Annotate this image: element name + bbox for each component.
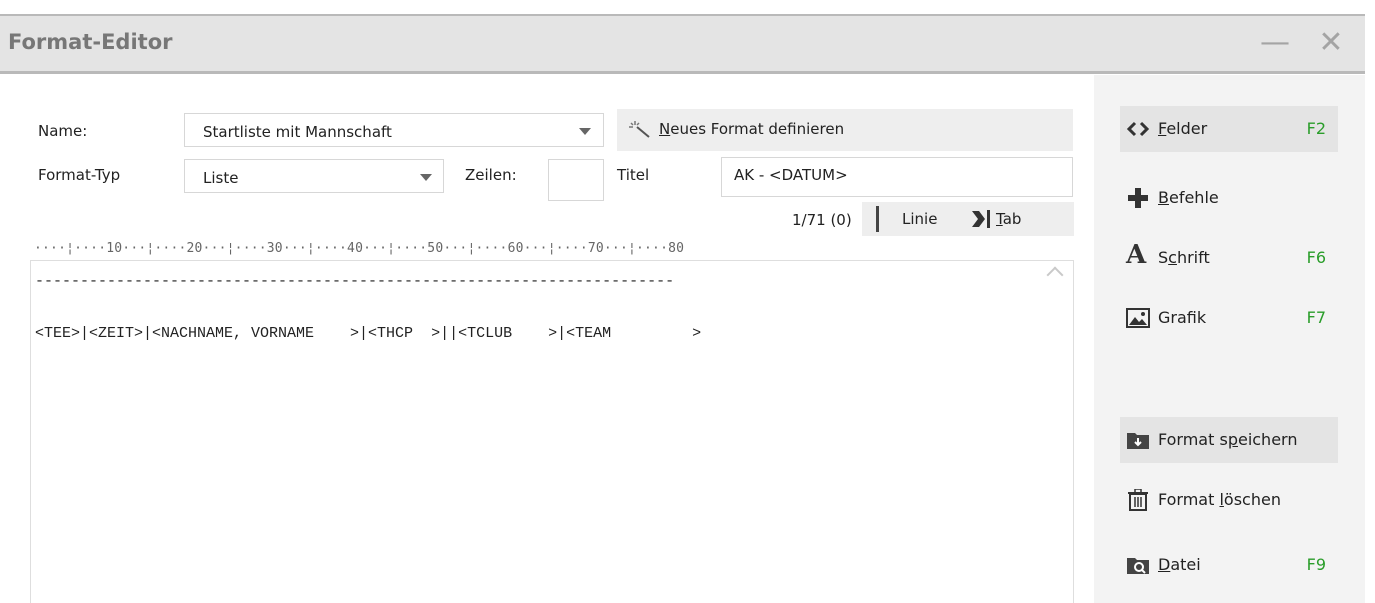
font-a-icon: A (1126, 240, 1147, 270)
file-label: atei (1170, 555, 1201, 574)
lines-label: Zeilen: (465, 166, 517, 184)
folder-search-icon (1127, 558, 1149, 574)
name-label: Name: (38, 122, 88, 140)
font-label: hrift (1176, 248, 1210, 267)
save-format-accel: p (1227, 430, 1238, 449)
font-button[interactable]: A Schrift F6 (1120, 235, 1338, 281)
line-tab-toolbar: Linie Tab (862, 202, 1074, 236)
format-type-value: Liste (203, 169, 239, 187)
line-button[interactable]: Linie (902, 210, 937, 228)
file-button[interactable]: Datei F9 (1120, 542, 1338, 588)
editor-panel: Name: Startliste mit Mannschaft Neues Fo… (0, 75, 1094, 603)
editor-line: <TEE>|<ZEIT>|<NACHNAME, VORNAME >|<THCP … (35, 325, 702, 342)
vertical-scrollbar[interactable] (1033, 261, 1073, 603)
file-shortcut: F9 (1306, 555, 1326, 574)
title-input[interactable]: AK - <DATUM> (721, 157, 1073, 197)
scroll-up-icon[interactable] (1046, 266, 1064, 284)
font-label-pre: S (1158, 248, 1169, 267)
save-format-button[interactable]: Format speichern (1120, 417, 1338, 463)
cursor-position: 1/71 (0) (792, 211, 852, 229)
new-format-button[interactable]: Neues Format definieren (617, 109, 1073, 151)
format-type-label: Format-Typ (38, 166, 121, 184)
plus-icon (1128, 188, 1148, 208)
line-icon (876, 206, 879, 232)
folder-save-icon (1127, 433, 1149, 449)
file-accel: D (1158, 555, 1171, 574)
action-sidebar: Felder F2 Befehle A Schrift F6 Grafik F7… (1094, 75, 1365, 603)
tab-accel: T (996, 210, 1003, 228)
delete-format-button[interactable]: Format löschen (1120, 477, 1338, 523)
tab-icon (972, 210, 990, 228)
name-value: Startliste mit Mannschaft (203, 123, 392, 141)
commands-button[interactable]: Befehle (1120, 175, 1338, 221)
code-brackets-icon (1126, 121, 1150, 137)
trash-icon (1128, 489, 1148, 511)
minimize-button[interactable]: — (1258, 26, 1292, 60)
commands-accel: B (1158, 188, 1169, 207)
close-button[interactable]: ✕ (1314, 26, 1348, 60)
fields-shortcut: F2 (1306, 119, 1326, 138)
font-accel: c (1168, 248, 1177, 267)
fields-button[interactable]: Felder F2 (1120, 106, 1338, 152)
graphic-button[interactable]: Grafik F7 (1120, 295, 1338, 341)
delete-format-label-post: öschen (1223, 490, 1281, 509)
title-label: Titel (617, 166, 650, 184)
magic-wand-icon (629, 120, 650, 138)
window-title: Format-Editor (8, 30, 173, 54)
name-select[interactable]: Startliste mit Mannschaft (184, 113, 604, 147)
chevron-down-icon (420, 174, 432, 181)
format-type-select[interactable]: Liste (184, 159, 444, 193)
new-format-accel: N (659, 120, 671, 138)
title-bar: Format-Editor — ✕ (0, 14, 1365, 74)
commands-label: efehle (1168, 188, 1219, 207)
font-shortcut: F6 (1306, 248, 1326, 267)
save-format-label: Format s (1158, 430, 1228, 449)
graphic-shortcut: F7 (1306, 308, 1326, 327)
graphic-label: Grafik (1158, 308, 1207, 327)
column-ruler: ····¦····10···¦····20···¦····30···¦····4… (34, 241, 685, 256)
delete-format-label: Format (1158, 490, 1220, 509)
save-format-label-post: eichern (1237, 430, 1298, 449)
new-format-label: eues Format definieren (670, 120, 845, 138)
lines-input[interactable] (548, 159, 604, 201)
editor-line: ----------------------------------------… (35, 273, 675, 290)
format-text-editor[interactable]: ----------------------------------------… (30, 260, 1074, 603)
fields-label: elder (1166, 119, 1208, 138)
tab-label: ab (1002, 210, 1022, 228)
chevron-down-icon (579, 128, 591, 135)
tab-button[interactable]: Tab (996, 210, 1021, 228)
image-icon (1126, 308, 1150, 328)
